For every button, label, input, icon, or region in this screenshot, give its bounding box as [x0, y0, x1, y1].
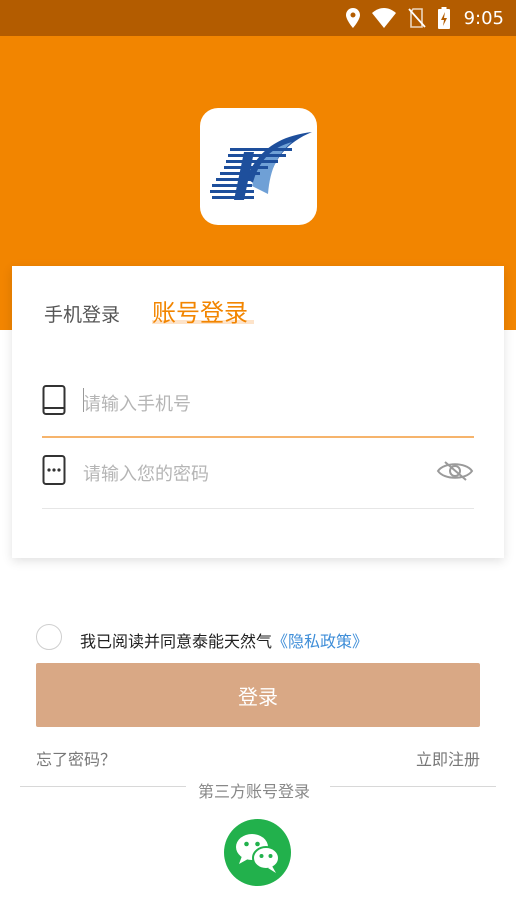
divider-right: [330, 786, 496, 787]
forgot-password-link[interactable]: 忘了密码？: [36, 746, 116, 770]
phone-input[interactable]: 请输入手机号: [83, 390, 191, 416]
tab-account-login[interactable]: 账号登录: [152, 293, 248, 328]
phone-field[interactable]: 请输入手机号: [42, 384, 474, 438]
wechat-icon: [236, 834, 280, 873]
privacy-agreement: 我已阅读并同意泰能天然气《隐私政策》: [36, 622, 496, 652]
privacy-policy-link[interactable]: 《隐私政策》: [272, 632, 368, 651]
register-link[interactable]: 立即注册: [416, 746, 480, 770]
login-card: 手机登录 账号登录 请输入手机号 请输入您的密码: [12, 266, 504, 558]
show-password-eye-icon[interactable]: [436, 458, 474, 484]
agreement-prefix: 我已阅读并同意泰能天然气: [80, 632, 273, 651]
password-field[interactable]: 请输入您的密码: [42, 454, 474, 509]
login-button[interactable]: 登录: [36, 663, 480, 727]
location-icon: [345, 8, 360, 28]
wifi-icon: [371, 8, 396, 28]
status-time: 9:05: [463, 7, 504, 29]
wechat-login-button[interactable]: [224, 819, 291, 886]
password-icon: [42, 455, 66, 485]
tab-phone-login[interactable]: 手机登录: [44, 300, 120, 327]
app-logo: [200, 108, 317, 225]
third-party-login-label: 第三方账号登录: [198, 782, 311, 801]
status-bar: 9:05: [0, 0, 516, 36]
agreement-text: 我已阅读并同意泰能天然气《隐私政策》: [80, 628, 368, 652]
company-logo-icon: [210, 132, 312, 200]
status-icons: 9:05: [345, 6, 504, 30]
password-input[interactable]: 请输入您的密码: [83, 460, 209, 486]
no-sim-icon: [407, 8, 426, 28]
battery-charging-icon: [437, 7, 450, 29]
divider-left: [20, 786, 186, 787]
phone-icon: [42, 385, 66, 415]
agreement-checkbox[interactable]: [36, 624, 62, 650]
